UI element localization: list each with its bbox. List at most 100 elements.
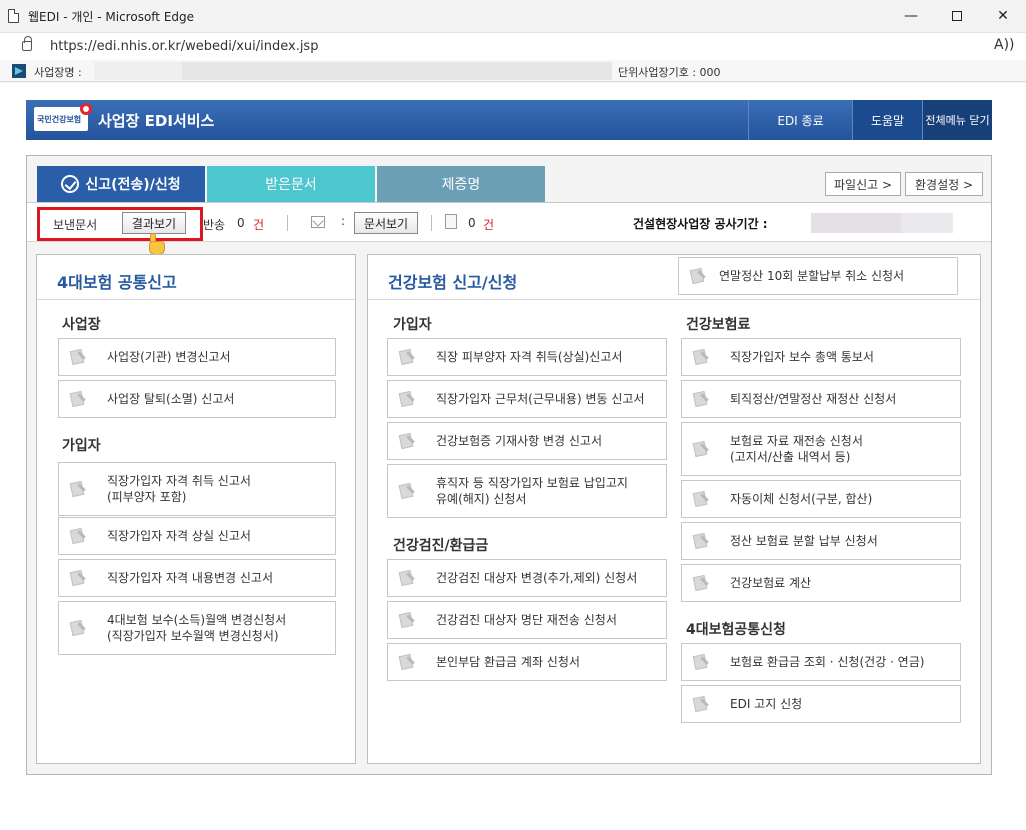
edit-doc-icon: [398, 611, 416, 629]
logo-text: 국민건강보험: [37, 115, 82, 124]
panel-title: 건강보험 신고/신청: [388, 273, 518, 292]
form-item[interactable]: 보험료 자료 재전송 신청서 (고지서/산출 내역서 등): [681, 422, 961, 476]
file-report-button[interactable]: 파일신고 >: [825, 172, 901, 196]
colon-label: :: [341, 214, 346, 228]
form-item[interactable]: 건강검진 대상자 명단 재전송 신청서: [387, 601, 667, 639]
form-label: 건강보험료 계산: [730, 576, 812, 590]
nhis-logo[interactable]: 국민건강보험: [34, 103, 92, 131]
business-name-label: 사업장명 :: [34, 66, 82, 79]
close-all-menu-button[interactable]: 전체메뉴 닫기: [922, 100, 992, 140]
form-label: 보험료 환급금 조회 · 신청(건강 · 연금): [730, 655, 925, 669]
edit-doc-icon: [692, 653, 710, 671]
edit-doc-icon: [398, 653, 416, 671]
form-item[interactable]: 건강보험증 기재사항 변경 신고서: [387, 422, 667, 460]
tab-certificates[interactable]: 제증명: [377, 166, 545, 202]
form-item[interactable]: 사업장 탈퇴(소멸) 신고서: [58, 380, 336, 418]
tab-label: 신고(전송)/신청: [85, 177, 181, 193]
form-label: 건강보험증 기재사항 변경 신고서: [436, 434, 603, 448]
section-title: 가입자: [393, 317, 432, 333]
form-item[interactable]: 정산 보험료 분할 납부 신청서: [681, 522, 961, 560]
maximize-button[interactable]: [934, 0, 980, 32]
edi-end-button[interactable]: EDI 종료: [748, 100, 852, 140]
section-title: 4대보험공통신청: [686, 622, 786, 638]
form-label: 직장가입자 자격 내용변경 신고서: [107, 571, 274, 585]
edit-doc-icon: [398, 348, 416, 366]
form-label: 보험료 자료 재전송 신청서 (고지서/산출 내역서 등): [730, 434, 863, 464]
form-label: 직장가입자 자격 상실 신고서: [107, 529, 251, 543]
tab-received-docs[interactable]: 받은문서: [207, 166, 375, 202]
service-title: 사업장 EDI서비스: [98, 112, 215, 130]
edit-doc-icon: [69, 480, 87, 498]
view-result-button[interactable]: 결과보기: [122, 212, 186, 234]
tab-report-send[interactable]: 신고(전송)/신청: [37, 166, 205, 202]
edit-doc-icon: [398, 482, 416, 500]
edit-doc-icon: [69, 527, 87, 545]
form-item[interactable]: 자동이체 신청서(구분, 합산): [681, 480, 961, 518]
minimize-button[interactable]: —: [888, 0, 934, 32]
toolbar: 보낸문서 결과보기 반송 0 건 : 문서보기 0 건 건설현장사업장 공사기간…: [27, 202, 991, 255]
form-item[interactable]: 보험료 환급금 조회 · 신청(건강 · 연금): [681, 643, 961, 681]
form-label: 직장가입자 자격 취득 신고서 (피부양자 포함): [107, 474, 251, 504]
url-text[interactable]: https://edi.nhis.or.kr/webedi/xui/index.…: [50, 39, 318, 54]
document-icon[interactable]: [445, 214, 457, 229]
form-label: 퇴직정산/연말정산 재정산 신청서: [730, 392, 897, 406]
panel-title: 4대보험 공통신고: [57, 273, 177, 292]
doc-count: 0: [468, 216, 476, 230]
view-docs-button[interactable]: 문서보기: [354, 212, 418, 234]
form-item[interactable]: 직장가입자 자격 취득 신고서 (피부양자 포함): [58, 462, 336, 516]
section-title: 사업장: [62, 317, 101, 333]
settings-button[interactable]: 환경설정 >: [905, 172, 983, 196]
page-icon: [8, 9, 19, 23]
window-title: 웹EDI - 개인 - Microsoft Edge: [28, 10, 195, 24]
divider: [37, 299, 355, 300]
form-item[interactable]: EDI 고지 신청: [681, 685, 961, 723]
form-item[interactable]: 직장가입자 자격 내용변경 신고서: [58, 559, 336, 597]
form-label: 4대보험 보수(소득)월액 변경신청서 (직장가입자 보수월액 변경신청서): [107, 613, 287, 643]
info-bar: 사업장명 : 단위사업장기호 : 000: [0, 60, 1026, 82]
form-item[interactable]: 직장가입자 보수 총액 통보서: [681, 338, 961, 376]
divider: [368, 299, 980, 300]
year-end-cancel-item[interactable]: 연말정산 10회 분할납부 취소 신청서: [678, 257, 958, 295]
returned-label: 반송: [203, 218, 226, 232]
business-name-masked: [94, 62, 612, 80]
close-button[interactable]: ✕: [980, 0, 1026, 32]
edit-doc-icon: [692, 490, 710, 508]
edit-doc-icon: [69, 390, 87, 408]
section-title: 건강보험료: [686, 317, 751, 333]
form-item[interactable]: 본인부담 환급금 계좌 신청서: [387, 643, 667, 681]
edit-doc-icon: [692, 440, 710, 458]
check-circle-icon: [61, 175, 80, 193]
form-label: 자동이체 신청서(구분, 합산): [730, 492, 873, 506]
envelope-icon[interactable]: [311, 216, 325, 228]
form-item[interactable]: 4대보험 보수(소득)월액 변경신청서 (직장가입자 보수월액 변경신청서): [58, 601, 336, 655]
help-button[interactable]: 도움말: [852, 100, 922, 140]
construction-period-label: 건설현장사업장 공사기간 :: [633, 217, 768, 231]
lock-icon[interactable]: [22, 36, 32, 51]
form-label: 건강검진 대상자 변경(추가,제외) 신청서: [436, 571, 638, 585]
form-item[interactable]: 직장가입자 자격 상실 신고서: [58, 517, 336, 555]
edit-doc-icon: [692, 532, 710, 550]
form-item[interactable]: 건강검진 대상자 변경(추가,제외) 신청서: [387, 559, 667, 597]
common-report-panel: 4대보험 공통신고 사업장 사업장(기관) 변경신고서 사업장 탈퇴(소멸) 신…: [36, 254, 356, 764]
minimize-icon: —: [904, 8, 918, 24]
edit-doc-icon: [398, 390, 416, 408]
page: 국민건강보험 사업장 EDI서비스 EDI 종료 도움말 전체메뉴 닫기 신고(…: [0, 83, 1026, 830]
close-icon: ✕: [997, 8, 1009, 24]
form-item[interactable]: 퇴직정산/연말정산 재정산 신청서: [681, 380, 961, 418]
form-label: EDI 고지 신청: [730, 697, 803, 711]
form-label: 건강검진 대상자 명단 재전송 신청서: [436, 613, 617, 627]
read-aloud-icon[interactable]: A)): [994, 37, 1015, 53]
edit-doc-icon: [398, 569, 416, 587]
form-label: 직장가입자 근무처(근무내용) 변동 신고서: [436, 392, 645, 406]
form-item[interactable]: 사업장(기관) 변경신고서: [58, 338, 336, 376]
edit-doc-icon: [69, 569, 87, 587]
separator: [431, 215, 432, 231]
form-label: 본인부담 환급금 계좌 신청서: [436, 655, 580, 669]
form-item[interactable]: 직장가입자 근무처(근무내용) 변동 신고서: [387, 380, 667, 418]
returned-count: 0: [237, 216, 245, 230]
form-label: 휴직자 등 직장가입자 보험료 납입고지 유예(해지) 신청서: [436, 476, 628, 506]
form-item[interactable]: 건강보험료 계산: [681, 564, 961, 602]
edit-doc-icon: [692, 390, 710, 408]
form-item[interactable]: 직장 피부양자 자격 취득(상실)신고서: [387, 338, 667, 376]
form-item[interactable]: 휴직자 등 직장가입자 보험료 납입고지 유예(해지) 신청서: [387, 464, 667, 518]
